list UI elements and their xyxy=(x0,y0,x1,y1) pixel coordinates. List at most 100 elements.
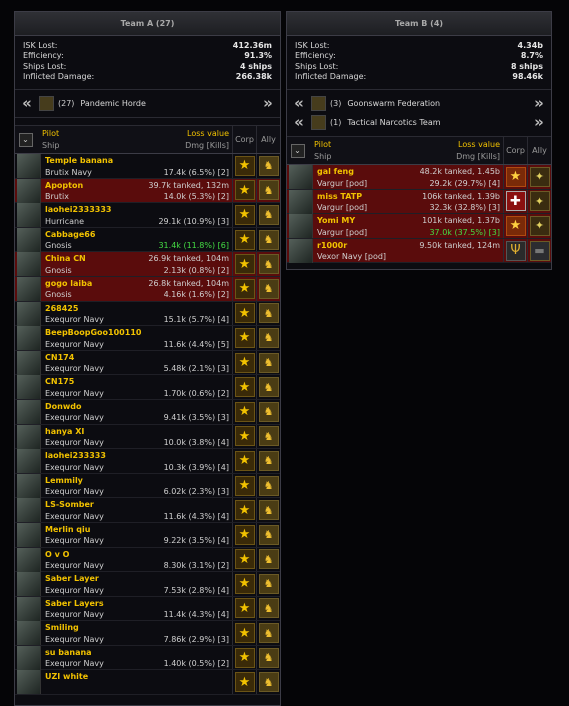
chevron-left-icon[interactable]: « xyxy=(291,114,307,131)
alliance-logo-icon[interactable]: ✦ xyxy=(529,166,550,187)
table-row[interactable]: Apopton 39.7k tanked, 132m Brutix 14.0k (5.… xyxy=(15,178,280,204)
ship-icon[interactable] xyxy=(17,498,41,523)
ship-name[interactable]: Vargur [pod] xyxy=(317,178,367,190)
pilot-name[interactable]: miss TATP xyxy=(317,191,362,203)
ship-icon[interactable] xyxy=(17,449,41,474)
chevron-right-icon[interactable]: » xyxy=(260,95,276,112)
table-row[interactable]: laohei2333333 Hurricane 29.1k (10.9%) [3] ★… xyxy=(15,203,280,228)
table-row[interactable]: gogo laiba 26.8k tanked, 104m Gnosis 4.16k … xyxy=(15,276,280,302)
table-row[interactable]: Saber Layer Exequror Navy 7.53k (2.8%) [4]… xyxy=(15,572,280,597)
table-row[interactable]: LS-Somber Exequror Navy 11.6k (4.3%) [4] ★ ♞ xyxy=(15,498,280,523)
ship-icon[interactable] xyxy=(17,301,41,326)
alliance-logo-icon[interactable]: ♞ xyxy=(258,524,279,545)
table-row[interactable]: Donwdo Exequror Navy 9.41k (3.5%) [3] ★ ♞ xyxy=(15,399,280,425)
table-row[interactable]: China CN 26.9k tanked, 104m Gnosis 2.13k (0… xyxy=(15,252,280,277)
table-row[interactable]: laohei233333 Exequror Navy 10.3k (3.9%) [4… xyxy=(15,449,280,474)
ship-name[interactable]: Exequror Navy xyxy=(45,437,104,449)
corp-logo-icon[interactable]: ★ xyxy=(234,573,255,594)
table-row[interactable]: Smiling Exequror Navy 7.86k (2.9%) [3] ★ ♞ xyxy=(15,621,280,646)
ship-icon[interactable] xyxy=(17,154,41,178)
chevron-right-icon[interactable]: » xyxy=(531,114,547,131)
pilot-name[interactable]: CN175 xyxy=(45,376,74,388)
alliance-logo-icon[interactable]: ✦ xyxy=(529,215,550,236)
ship-icon[interactable] xyxy=(17,670,41,695)
ship-name[interactable]: Gnosis xyxy=(45,265,72,277)
ship-name[interactable]: Exequror Navy xyxy=(45,486,104,498)
alliance-logo-icon[interactable]: ♞ xyxy=(258,180,279,201)
alliance-logo-icon[interactable]: ♞ xyxy=(258,278,279,299)
alliance-name[interactable]: Goonswarm Federation xyxy=(347,99,440,108)
corp-logo-icon[interactable]: ★ xyxy=(234,155,255,176)
chevron-left-icon[interactable]: « xyxy=(291,95,307,112)
corp-logo-icon[interactable]: ★ xyxy=(234,623,255,644)
alliance-logo-icon[interactable]: ♞ xyxy=(258,377,279,398)
pilot-name[interactable]: r1000r xyxy=(317,240,347,252)
ship-icon[interactable] xyxy=(17,522,41,547)
ship-name[interactable]: Exequror Navy xyxy=(45,634,104,646)
ship-icon[interactable] xyxy=(17,473,41,498)
ship-icon[interactable] xyxy=(289,214,313,239)
ship-name[interactable]: Exequror Navy xyxy=(45,339,104,351)
corp-logo-icon[interactable]: ★ xyxy=(234,524,255,545)
alliance-logo-icon[interactable]: ♞ xyxy=(258,549,279,570)
alliance-logo-icon[interactable]: ♞ xyxy=(258,450,279,471)
table-row[interactable]: UZI white ★ ♞ xyxy=(15,670,280,696)
ship-name[interactable]: Vargur [pod] xyxy=(317,202,367,214)
ship-name[interactable]: Vexor Navy [pod] xyxy=(317,251,386,263)
ship-name[interactable]: Exequror Navy xyxy=(45,363,104,375)
alliance-name[interactable]: Tactical Narcotics Team xyxy=(347,118,440,127)
pilot-name[interactable]: gal feng xyxy=(317,166,354,178)
table-row[interactable]: O v O Exequror Navy 8.30k (3.1%) [2] ★ ♞ xyxy=(15,547,280,573)
pilot-name[interactable]: O v O xyxy=(45,549,69,561)
table-row[interactable]: Temple banana Brutix Navy 17.4k (6.5%) [2]… xyxy=(15,154,280,179)
ship-name[interactable]: Gnosis xyxy=(45,240,72,252)
alliance-name[interactable]: Pandemic Horde xyxy=(80,99,145,108)
corp-logo-icon[interactable]: ★ xyxy=(234,352,255,373)
corp-logo-icon[interactable]: ★ xyxy=(234,278,255,299)
ship-name[interactable]: Exequror Navy xyxy=(45,462,104,474)
table-row[interactable]: r1000r 9.50k tanked, 124m Vexor Navy [pod]… xyxy=(287,238,551,264)
pilot-name[interactable]: Donwdo xyxy=(45,401,81,413)
ship-name[interactable]: Exequror Navy xyxy=(45,535,104,547)
alliance-logo-icon[interactable]: ♞ xyxy=(258,155,279,176)
ship-icon[interactable] xyxy=(289,165,313,189)
alliance-logo-icon[interactable]: ♞ xyxy=(258,672,279,693)
ship-name[interactable]: Hurricane xyxy=(45,216,84,228)
pilot-name[interactable]: Saber Layers xyxy=(45,598,104,610)
alliance-logo-icon[interactable]: ♞ xyxy=(258,573,279,594)
table-row[interactable]: gal feng 48.2k tanked, 1.45b Vargur [pod] 2… xyxy=(287,165,551,190)
corp-logo-icon[interactable]: Ψ xyxy=(505,240,526,261)
table-row[interactable]: BeepBoopGoo100110 Exequror Navy 11.6k (4.4… xyxy=(15,326,280,351)
alliance-logo-icon[interactable]: ♞ xyxy=(258,352,279,373)
corp-logo-icon[interactable]: ★ xyxy=(234,204,255,225)
alliance-logo-icon[interactable]: ♞ xyxy=(258,229,279,250)
chevron-left-icon[interactable]: « xyxy=(19,95,35,112)
ship-icon[interactable] xyxy=(17,326,41,351)
corp-logo-icon[interactable]: ★ xyxy=(234,672,255,693)
table-row[interactable]: hanya XI Exequror Navy 10.0k (3.8%) [4] ★ ♞ xyxy=(15,424,280,450)
pilot-name[interactable]: Merlin qiu xyxy=(45,524,90,536)
pilot-name[interactable]: Yomi MY xyxy=(317,215,355,227)
pilot-name[interactable]: UZI white xyxy=(45,671,88,683)
table-row[interactable]: Merlin qiu Exequror Navy 9.22k (3.5%) [4] ★… xyxy=(15,522,280,548)
corp-logo-icon[interactable]: ★ xyxy=(234,401,255,422)
ship-name[interactable]: Brutix xyxy=(45,191,69,203)
pilot-name[interactable]: BeepBoopGoo100110 xyxy=(45,327,141,339)
ship-icon[interactable] xyxy=(17,350,41,375)
table-row[interactable]: Yomi MY 101k tanked, 1.37b Vargur [pod] 37.… xyxy=(287,214,551,239)
alliance-logo-icon[interactable]: ♞ xyxy=(258,623,279,644)
alliance-logo-icon[interactable]: ♞ xyxy=(258,401,279,422)
table-row[interactable]: miss TATP 106k tanked, 1.39b Vargur [pod] 3… xyxy=(287,189,551,215)
ship-icon[interactable] xyxy=(17,375,41,400)
chevron-right-icon[interactable]: » xyxy=(531,95,547,112)
corp-logo-icon[interactable]: ★ xyxy=(505,215,526,236)
ship-icon[interactable] xyxy=(17,572,41,597)
ship-icon[interactable] xyxy=(17,399,41,424)
ship-name[interactable]: Exequror Navy xyxy=(45,609,104,621)
pilot-name[interactable]: gogo laiba xyxy=(45,278,92,290)
alliance-logo-icon[interactable]: ♞ xyxy=(258,500,279,521)
alliance-logo-icon[interactable]: ♞ xyxy=(258,598,279,619)
ship-name[interactable]: Exequror Navy xyxy=(45,511,104,523)
pilot-name[interactable]: China CN xyxy=(45,253,86,265)
table-row[interactable]: su banana Exequror Navy 1.40k (0.5%) [2] ★ ♞ xyxy=(15,645,280,671)
